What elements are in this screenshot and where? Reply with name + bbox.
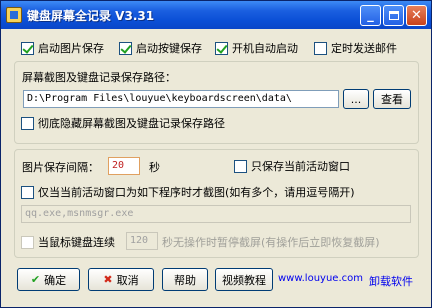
maximize-icon [388,11,399,20]
only-specific-program-checkbox[interactable] [21,185,34,199]
hide-path-label: 彻底隐藏屏幕截图及键盘记录保存路径 [38,117,225,130]
timed-email-label: 定时发送邮件 [331,42,397,55]
interval-label: 图片保存间隔： [22,161,99,174]
start-key-save-checkbox[interactable] [119,41,132,55]
start-key-save-option[interactable]: 启动按键保存 [119,40,202,56]
website-link[interactable]: www.louyue.com [278,273,363,284]
hide-path-checkbox[interactable] [21,116,34,130]
only-specific-program-label: 仅当当前活动窗口为如下程序时才截图(如有多个，请用逗号隔开) [38,186,355,199]
start-key-save-label: 启动按键保存 [136,42,202,55]
save-path-field[interactable]: D:\Program Files\louyue\keyboardscreen\d… [23,90,339,108]
start-image-save-option[interactable]: 启动图片保存 [21,40,104,56]
minimize-icon: _ [367,8,374,23]
browse-button[interactable]: ... [343,89,369,109]
only-active-window-label: 只保存当前活动窗口 [251,160,350,173]
start-image-save-checkbox[interactable] [21,41,34,55]
auto-start-checkbox[interactable] [215,41,228,55]
auto-start-label: 开机自动启动 [232,42,298,55]
only-specific-program-option[interactable]: 仅当当前活动窗口为如下程序时才截图(如有多个，请用逗号隔开) [21,184,355,200]
pause-idle-checkbox[interactable] [21,235,34,249]
window-title: 键盘屏幕全记录 V3.31 [27,9,155,23]
auto-start-option[interactable]: 开机自动启动 [215,40,298,56]
settings-window: 键盘屏幕全记录 V3.31 _ ✕ 启动图片保存 启动按键保存 开机自动启动 定… [0,0,432,308]
only-active-window-option[interactable]: 只保存当前活动窗口 [234,158,350,174]
title-bar[interactable]: 键盘屏幕全记录 V3.31 _ ✕ [1,1,431,29]
hide-path-option[interactable]: 彻底隐藏屏幕截图及键盘记录保存路径 [21,115,225,131]
check-icon: ✔ [30,273,41,286]
minimize-button[interactable]: _ [360,5,381,26]
view-button[interactable]: 查看 [373,89,411,109]
close-button[interactable]: ✕ [406,5,427,26]
program-list-input[interactable]: qq.exe,msnmsgr.exe [21,205,411,223]
interval-input[interactable]: 20 [108,157,140,175]
timed-email-checkbox[interactable] [314,41,327,55]
cancel-button-label: 取消 [116,273,139,287]
close-icon: ✕ [411,8,422,23]
timed-email-option[interactable]: 定时发送邮件 [314,40,397,56]
only-active-window-checkbox[interactable] [234,159,247,173]
pause-idle-suffix-label: 秒无操作时暂停截屏(有操作后立即恢复截屏) [162,236,380,249]
start-image-save-label: 启动图片保存 [38,42,104,55]
save-path-label: 屏幕截图及键盘记录保存路径： [22,71,176,84]
pause-idle-seconds-input[interactable]: 120 [126,232,158,250]
app-icon [6,7,22,23]
cancel-button[interactable]: ✖ 取消 [88,268,154,291]
ok-button[interactable]: ✔ 确定 [17,268,80,291]
cancel-icon: ✖ [103,273,113,286]
ok-button-label: 确定 [44,273,67,287]
pause-idle-prefix-label: 当鼠标键盘连续 [38,236,115,249]
interval-unit: 秒 [149,161,160,174]
video-tutorial-button[interactable]: 视频教程 [215,268,273,291]
help-button[interactable]: 帮助 [162,268,208,291]
uninstall-link[interactable]: 卸载软件 [369,273,413,289]
maximize-button[interactable] [383,5,404,26]
pause-idle-option[interactable]: 当鼠标键盘连续 [21,234,115,250]
